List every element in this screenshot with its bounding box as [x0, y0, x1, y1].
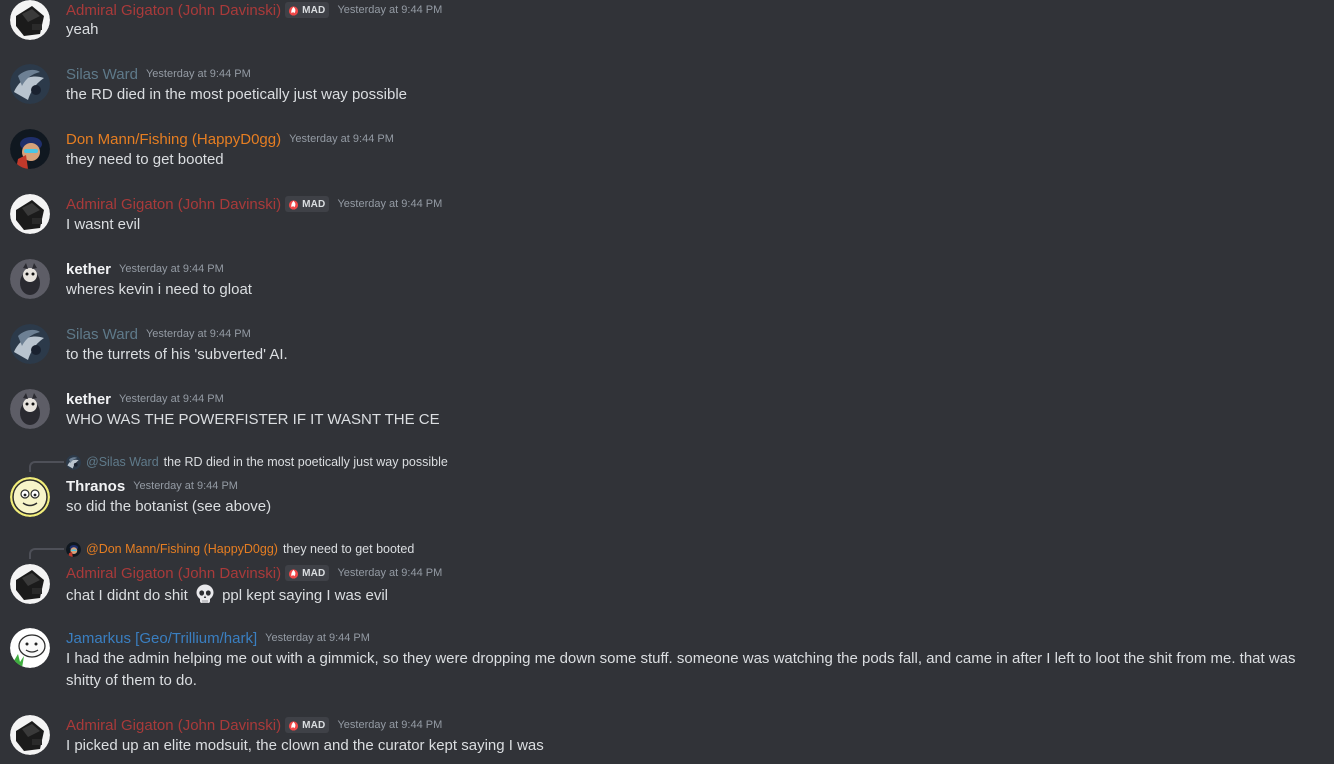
message-text: they need to get booted — [66, 151, 224, 168]
message-text: the RD died in the most poetically just … — [66, 86, 408, 103]
username[interactable]: Don Mann/Fishing (HappyD0gg) — [66, 131, 281, 148]
fire-icon — [288, 720, 299, 731]
fire-icon — [288, 199, 299, 210]
message-text-part: chat I didnt do shit — [66, 587, 188, 604]
username[interactable]: Silas Ward — [66, 326, 138, 343]
reply-avatar — [66, 542, 81, 557]
message-text-part: ppl kept saying I was evil — [222, 587, 389, 604]
reply-text: they need to get booted — [282, 542, 415, 556]
skull-emoji — [196, 584, 214, 603]
timestamp: Yesterday at 9:44 PM — [265, 632, 370, 644]
server-tag-label: MAD — [302, 198, 326, 210]
timestamp: Yesterday at 9:44 PM — [337, 4, 443, 16]
avatar[interactable] — [10, 259, 50, 299]
reply-preview[interactable]: @Silas Ward the RD died in the most poet… — [66, 454, 448, 470]
timestamp: Yesterday at 9:44 PM — [133, 480, 238, 492]
timestamp: Yesterday at 9:44 PM — [145, 68, 251, 80]
message-text: wheres kevin i need to gloat — [66, 281, 252, 298]
username[interactable]: kether — [66, 391, 111, 408]
timestamp: Yesterday at 9:44 PM — [337, 719, 443, 731]
message-text: I picked up an elite modsuit, the clown … — [66, 737, 544, 754]
username[interactable]: Admiral Gigaton (John Davinski) — [66, 2, 281, 19]
message-text: I had the admin helping me out with a gi… — [66, 650, 1296, 689]
message-text: to the turrets of his 'subverted' AI. — [66, 346, 288, 363]
avatar[interactable] — [10, 564, 50, 604]
avatar[interactable] — [10, 64, 50, 104]
username[interactable]: Silas Ward — [66, 66, 138, 83]
reply-preview[interactable]: @Don Mann/Fishing (HappyD0gg) they need … — [66, 541, 414, 557]
avatar[interactable] — [10, 0, 50, 40]
timestamp: Yesterday at 9:44 PM — [145, 328, 251, 340]
reply-author[interactable]: @Silas Ward — [86, 455, 159, 469]
timestamp: Yesterday at 9:44 PM — [337, 198, 443, 210]
username[interactable]: Jamarkus [Geo/Trillium/hark] — [66, 630, 257, 647]
server-tag-label: MAD — [302, 4, 326, 16]
server-tag[interactable]: MAD — [285, 2, 330, 18]
message-text: so did the botanist (see above) — [66, 498, 272, 515]
username[interactable]: Admiral Gigaton (John Davinski) — [66, 565, 281, 582]
server-tag[interactable]: MAD — [285, 717, 330, 733]
message-text: WHO WAS THE POWERFISTER IF IT WASNT THE … — [66, 411, 440, 428]
fire-icon — [288, 5, 299, 16]
reply-spine — [29, 461, 64, 472]
timestamp: Yesterday at 9:44 PM — [337, 567, 443, 579]
reply-avatar — [66, 455, 81, 470]
server-tag-label: MAD — [302, 567, 326, 579]
timestamp: Yesterday at 9:44 PM — [289, 133, 394, 145]
fire-icon — [288, 568, 299, 579]
server-tag[interactable]: MAD — [285, 196, 330, 212]
timestamp: Yesterday at 9:44 PM — [119, 263, 224, 275]
reply-spine — [29, 548, 64, 559]
avatar[interactable] — [10, 477, 50, 517]
avatar[interactable] — [10, 129, 50, 169]
avatar[interactable] — [10, 389, 50, 429]
server-tag[interactable]: MAD — [285, 565, 330, 581]
message-text: I wasnt evil — [66, 216, 141, 233]
avatar[interactable] — [10, 628, 50, 668]
username[interactable]: kether — [66, 261, 111, 278]
username[interactable]: Admiral Gigaton (John Davinski) — [66, 196, 281, 213]
message-text: chat I didnt do shit ppl kept saying I w… — [66, 583, 388, 607]
username[interactable]: Thranos — [66, 478, 125, 495]
message-text: yeah — [66, 21, 99, 38]
avatar[interactable] — [10, 194, 50, 234]
reply-text: the RD died in the most poetically just … — [163, 455, 448, 469]
timestamp: Yesterday at 9:44 PM — [119, 393, 224, 405]
avatar[interactable] — [10, 324, 50, 364]
avatar[interactable] — [10, 715, 50, 755]
username[interactable]: Admiral Gigaton (John Davinski) — [66, 717, 281, 734]
reply-author[interactable]: @Don Mann/Fishing (HappyD0gg) — [86, 542, 278, 556]
server-tag-label: MAD — [302, 719, 326, 731]
